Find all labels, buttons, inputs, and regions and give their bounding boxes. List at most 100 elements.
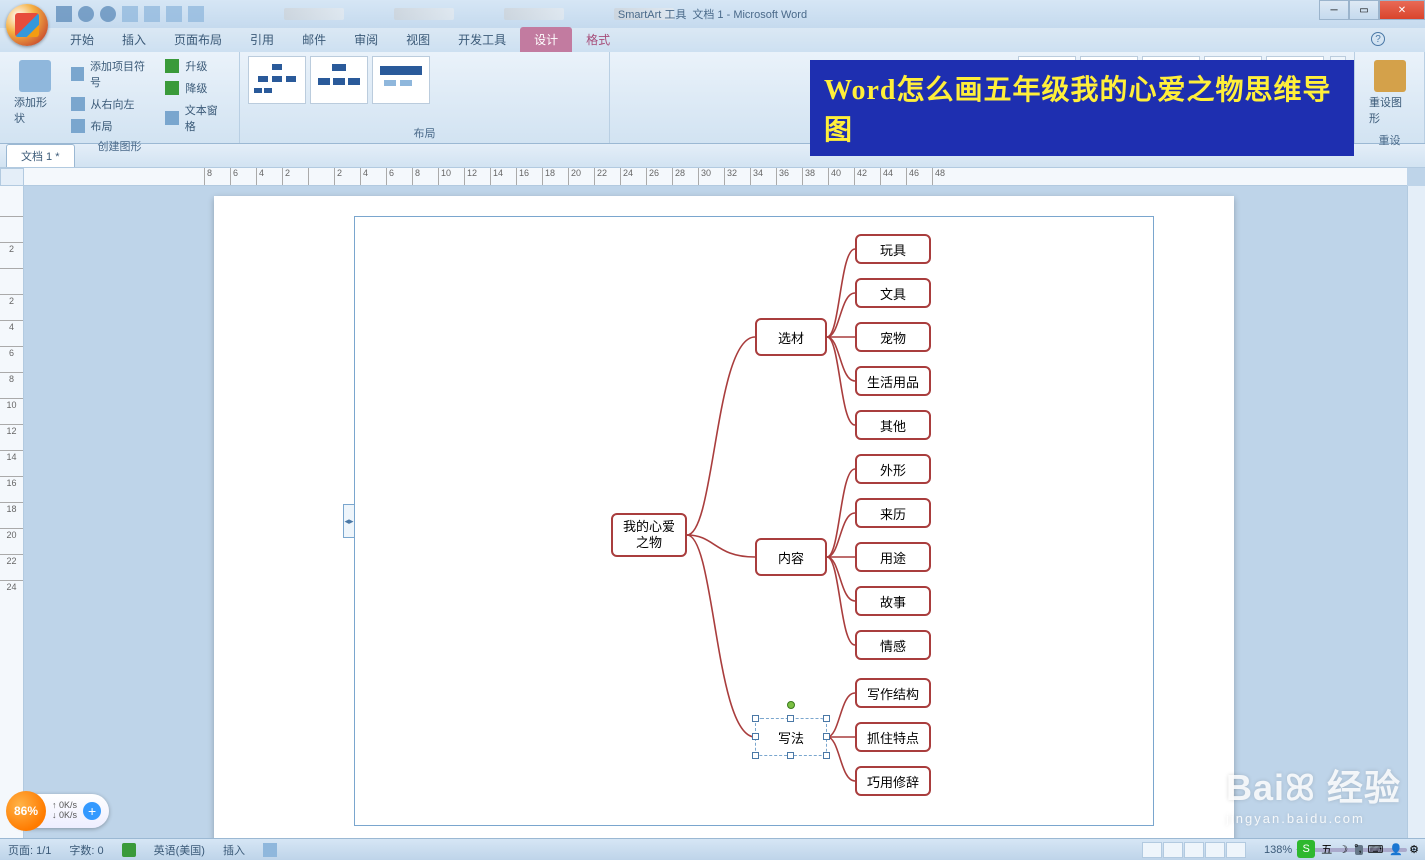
ruler-vertical[interactable]: 224681012141618202224 — [0, 186, 24, 838]
qat-more-icon[interactable] — [188, 6, 204, 22]
save-icon[interactable] — [56, 6, 72, 22]
ime-icon[interactable]: S — [1297, 840, 1315, 858]
speed-badge[interactable]: 86% ↑ 0K/s↓ 0K/s + — [10, 794, 109, 828]
redo-icon[interactable] — [100, 6, 116, 22]
ime-mode[interactable]: 五 — [1321, 841, 1332, 857]
reset-graphic-button[interactable]: 重设图形 — [1363, 56, 1416, 130]
undo-icon[interactable] — [78, 6, 94, 22]
tab-view[interactable]: 视图 — [392, 27, 444, 52]
node-leaf-0-1[interactable]: 文具 — [855, 278, 931, 308]
textpane-icon — [165, 111, 178, 125]
node-leaf-2-1[interactable]: 抓住特点 — [855, 722, 931, 752]
status-page[interactable]: 页面: 1/1 — [8, 842, 51, 858]
download-speed: ↓ 0K/s — [52, 811, 77, 821]
status-language[interactable]: 英语(美国) — [154, 842, 205, 858]
node-leaf-1-1[interactable]: 来历 — [855, 498, 931, 528]
page: ◂▸ — [214, 196, 1234, 838]
maximize-button[interactable]: ▭ — [1349, 0, 1379, 20]
ribbon-tab-strip: 开始 插入 页面布局 引用 邮件 审阅 视图 开发工具 设计 格式 ? — [0, 28, 1425, 52]
bullet-icon — [71, 67, 84, 81]
layout-button[interactable]: 布局 — [69, 116, 158, 136]
status-words[interactable]: 字数: 0 — [69, 842, 103, 858]
tab-format[interactable]: 格式 — [572, 27, 624, 52]
tab-mailings[interactable]: 邮件 — [288, 27, 340, 52]
node-root[interactable]: 我的心爱之物 — [611, 513, 687, 557]
qat-icon-1[interactable] — [122, 6, 138, 22]
layout-gallery[interactable] — [248, 56, 430, 104]
tab-references[interactable]: 引用 — [236, 27, 288, 52]
layout-thumb-3[interactable] — [372, 56, 430, 104]
textpane-toggle[interactable]: ◂▸ — [343, 504, 355, 538]
title-bar: SmartArt 工具文档 1 - Microsoft Word ─ ▭ ✕ — [0, 0, 1425, 28]
add-shape-button[interactable]: 添加形状 — [8, 56, 63, 130]
workspace: 8642246810121416182022242628303234363840… — [0, 168, 1425, 838]
zoom-value[interactable]: 138% — [1264, 844, 1292, 856]
promote-button[interactable]: 升级 — [163, 56, 231, 76]
demote-button[interactable]: 降级 — [163, 78, 231, 98]
help-icon[interactable]: ? — [1371, 32, 1385, 46]
group-label-layout: 布局 — [248, 123, 601, 143]
view-buttons[interactable] — [1142, 842, 1246, 858]
demote-icon — [165, 81, 179, 95]
ribbon: 添加形状 添加项目符号 从右向左 布局 升级 降级 文本窗格 创建图形 布局 — [0, 52, 1425, 144]
badge-percent: 86% — [6, 791, 46, 831]
node-leaf-2-0[interactable]: 写作结构 — [855, 678, 931, 708]
node-branch-0[interactable]: 选材 — [755, 318, 827, 356]
ruler-horizontal[interactable]: 8642246810121416182022242628303234363840… — [24, 168, 1407, 186]
ime-keyboard-icon[interactable]: ⌨ — [1368, 843, 1384, 856]
ime-punct-icon[interactable]: °, — [1354, 843, 1361, 855]
ime-skin-icon[interactable]: 👤 — [1389, 843, 1403, 856]
node-leaf-0-4[interactable]: 其他 — [855, 410, 931, 440]
node-leaf-0-3[interactable]: 生活用品 — [855, 366, 931, 396]
status-mode[interactable]: 插入 — [223, 842, 245, 858]
tab-design[interactable]: 设计 — [520, 27, 572, 52]
node-leaf-0-0[interactable]: 玩具 — [855, 234, 931, 264]
node-leaf-0-2[interactable]: 宠物 — [855, 322, 931, 352]
qat-icon-2[interactable] — [144, 6, 160, 22]
tutorial-banner: Word怎么画五年级我的心爱之物思维导图 — [810, 60, 1354, 156]
add-bullet-button[interactable]: 添加项目符号 — [69, 56, 158, 92]
rtl-icon — [71, 97, 85, 111]
tab-pagelayout[interactable]: 页面布局 — [160, 27, 236, 52]
scrollbar-vertical[interactable] — [1407, 186, 1425, 838]
node-branch-1[interactable]: 内容 — [755, 538, 827, 576]
status-proof-icon[interactable] — [122, 843, 136, 857]
layout-thumb-1[interactable] — [248, 56, 306, 104]
ime-moon-icon[interactable]: ☽ — [1338, 843, 1348, 856]
ruler-corner — [0, 168, 24, 186]
node-leaf-1-2[interactable]: 用途 — [855, 542, 931, 572]
tab-home[interactable]: 开始 — [56, 27, 108, 52]
tab-developer[interactable]: 开发工具 — [444, 27, 520, 52]
node-leaf-1-4[interactable]: 情感 — [855, 630, 931, 660]
status-bar: 页面: 1/1 字数: 0 英语(美国) 插入 138% − + — [0, 838, 1425, 860]
ime-settings-icon[interactable]: ⚙ — [1409, 843, 1419, 856]
office-button[interactable] — [6, 4, 48, 46]
minimize-button[interactable]: ─ — [1319, 0, 1349, 20]
node-leaf-1-0[interactable]: 外形 — [855, 454, 931, 484]
badge-expand-button[interactable]: + — [83, 802, 101, 820]
textpane-button[interactable]: 文本窗格 — [163, 100, 231, 136]
smartart-frame[interactable]: ◂▸ — [354, 216, 1154, 826]
tab-review[interactable]: 审阅 — [340, 27, 392, 52]
node-leaf-2-2[interactable]: 巧用修辞 — [855, 766, 931, 796]
add-shape-icon — [19, 60, 51, 92]
close-button[interactable]: ✕ — [1379, 0, 1425, 20]
layout-icon — [71, 119, 85, 133]
quick-access-toolbar — [56, 6, 204, 22]
group-label-create: 创建图形 — [8, 136, 231, 156]
rtl-button[interactable]: 从右向左 — [69, 94, 158, 114]
document-canvas[interactable]: ◂▸ — [24, 186, 1407, 838]
group-label-reset: 重设 — [1363, 130, 1416, 150]
rotate-handle[interactable] — [787, 701, 795, 709]
ime-toolbar[interactable]: S 五 ☽ °, ⌨ 👤 ⚙ — [1297, 838, 1419, 860]
status-macro-icon[interactable] — [263, 843, 277, 857]
reset-icon — [1374, 60, 1406, 92]
background-tabs — [284, 8, 674, 20]
qat-icon-3[interactable] — [166, 6, 182, 22]
node-leaf-1-3[interactable]: 故事 — [855, 586, 931, 616]
promote-icon — [165, 59, 179, 73]
tab-insert[interactable]: 插入 — [108, 27, 160, 52]
node-branch-2[interactable]: 写法 — [755, 718, 827, 756]
window-title: SmartArt 工具文档 1 - Microsoft Word — [618, 6, 807, 22]
layout-thumb-2[interactable] — [310, 56, 368, 104]
